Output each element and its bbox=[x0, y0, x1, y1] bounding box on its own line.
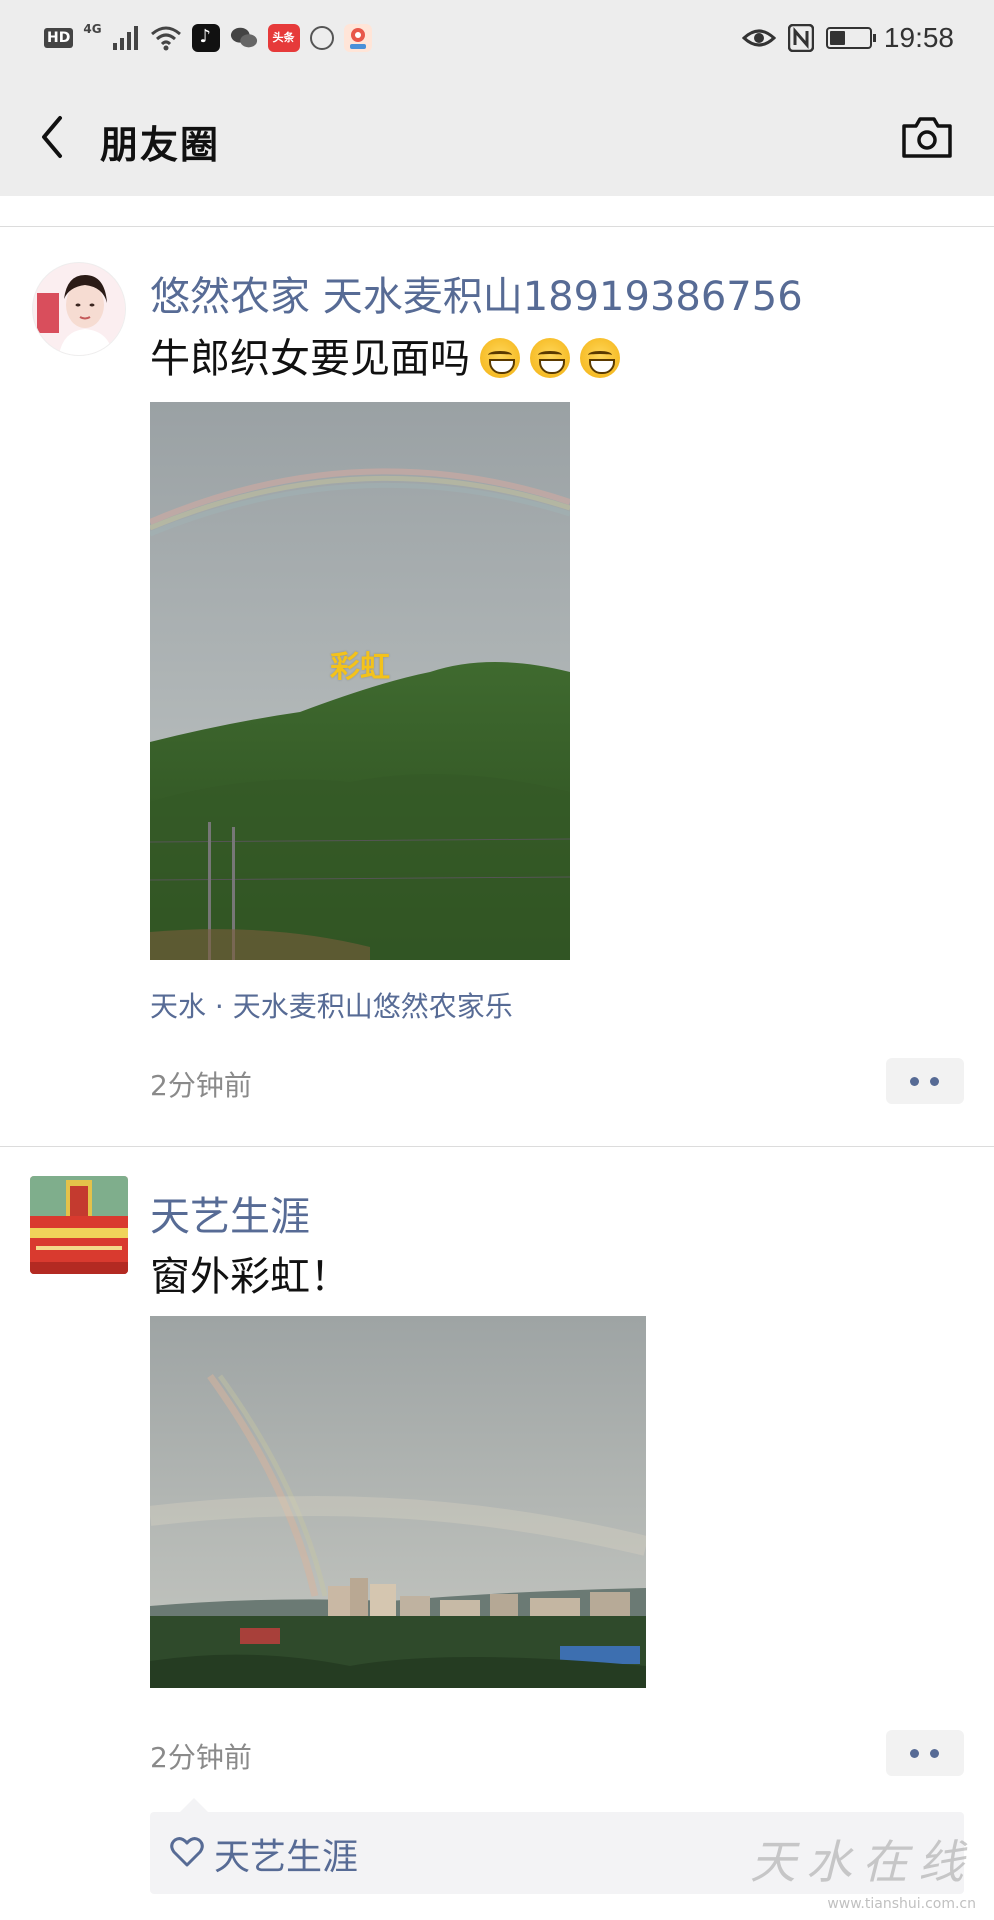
wifi-icon bbox=[150, 26, 181, 51]
post-text: 牛郎织女要见面吗 bbox=[150, 326, 620, 384]
grin-emoji-icon bbox=[530, 338, 570, 378]
chevron-left-icon[interactable] bbox=[34, 112, 74, 162]
grin-emoji-icon bbox=[480, 338, 520, 378]
status-bar-right: 19:58 bbox=[741, 20, 954, 56]
more-actions-button[interactable] bbox=[886, 1730, 964, 1776]
nfc-icon bbox=[787, 24, 814, 52]
divider bbox=[0, 1146, 994, 1147]
post-text: 窗外彩虹！ bbox=[150, 1254, 350, 1300]
post-time: 2分钟前 bbox=[150, 1741, 252, 1774]
heart-icon bbox=[170, 1837, 204, 1867]
watermark-logo: 天水在线 bbox=[750, 1835, 974, 1889]
grin-emoji-icon bbox=[580, 338, 620, 378]
avatar-portrait bbox=[33, 263, 125, 355]
post-text-content: 牛郎织女要见面吗 bbox=[150, 336, 470, 382]
image-text-label: 彩虹 bbox=[330, 650, 390, 685]
nav-bar: 朋友圈 bbox=[0, 78, 994, 196]
status-bar: HD 4G 头条 bbox=[0, 0, 994, 78]
post-username[interactable]: 天艺生涯 bbox=[150, 1184, 310, 1242]
toutiao-icon: 头条 bbox=[267, 24, 300, 52]
post-username[interactable]: 悠然农家 天水麦积山18919386756 bbox=[150, 264, 803, 322]
rainbow-city-photo bbox=[150, 1316, 646, 1688]
post-location[interactable]: 天水 · 天水麦积山悠然农家乐 bbox=[150, 985, 513, 1025]
browser-icon bbox=[309, 26, 334, 50]
battery-icon bbox=[825, 27, 876, 49]
signal-icon bbox=[112, 26, 138, 50]
post-time: 2分钟前 bbox=[150, 1069, 252, 1102]
more-actions-button[interactable] bbox=[886, 1058, 964, 1104]
post-photo[interactable]: 彩虹 bbox=[150, 402, 570, 960]
avatar-stage bbox=[30, 1176, 128, 1274]
network-type: 4G bbox=[83, 22, 102, 36]
status-bar-left: HD 4G 头条 bbox=[44, 20, 372, 56]
page-title: 朋友圈 bbox=[100, 123, 221, 167]
map-icon bbox=[343, 24, 372, 52]
hd-icon: HD bbox=[44, 28, 74, 48]
clock: 19:58 bbox=[883, 22, 954, 53]
wechat-icon bbox=[230, 27, 257, 48]
camera-icon[interactable] bbox=[900, 114, 954, 160]
avatar[interactable] bbox=[32, 262, 126, 356]
like-user-name[interactable]: 天艺生涯 bbox=[214, 1828, 358, 1880]
divider bbox=[0, 226, 994, 227]
tiktok-icon bbox=[191, 24, 220, 52]
watermark-url: www.tianshui.com.cn bbox=[827, 1896, 976, 1912]
avatar[interactable] bbox=[30, 1176, 128, 1274]
post-photo[interactable] bbox=[150, 1316, 646, 1688]
eye-icon bbox=[741, 29, 776, 47]
